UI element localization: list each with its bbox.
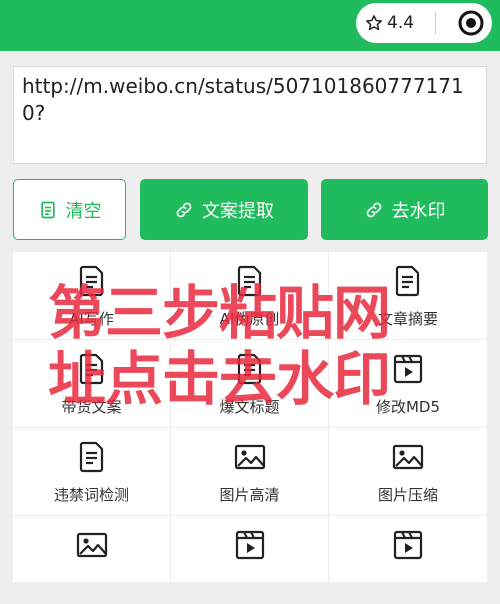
clear-button-label: 清空 <box>65 200 102 222</box>
rating-badge[interactable]: 4.4 <box>356 13 425 33</box>
image-icon <box>75 528 109 562</box>
tool-item-label: 违禁词检测 <box>53 486 129 504</box>
capsule-divider <box>435 12 436 34</box>
tool-item[interactable] <box>329 516 487 604</box>
extract-text-button[interactable]: 文案提取 <box>140 179 308 240</box>
remove-watermark-button[interactable]: 去水印 <box>321 179 488 240</box>
video-icon <box>233 528 267 562</box>
top-bar: 4.4 <box>0 0 500 51</box>
watermark-button-label: 去水印 <box>391 200 446 222</box>
overlay-caption-line2: 址点击去水印 <box>48 345 391 413</box>
tool-item[interactable]: 图片压缩 <box>329 428 487 516</box>
tool-item[interactable]: 图片高清 <box>171 428 329 516</box>
document-icon <box>75 440 109 474</box>
url-input-value: http://m.weibo.cn/status/507101860777171… <box>22 74 464 125</box>
url-input[interactable]: http://m.weibo.cn/status/507101860777171… <box>13 66 487 164</box>
clear-button[interactable]: 清空 <box>13 179 126 240</box>
link-icon <box>366 202 381 217</box>
tool-item[interactable]: 违禁词检测 <box>13 428 171 516</box>
tool-item[interactable] <box>13 516 171 604</box>
extract-button-label: 文案提取 <box>202 200 274 222</box>
image-icon <box>391 440 425 474</box>
video-icon <box>391 528 425 562</box>
overlay-caption-line1: 第三步粘贴网 <box>48 279 391 347</box>
clipboard-icon <box>40 201 55 218</box>
rating-value: 4.4 <box>387 13 415 33</box>
tool-item-label: 图片高清 <box>219 486 280 504</box>
target-icon <box>458 10 484 36</box>
close-target-button[interactable] <box>458 10 484 36</box>
tool-item[interactable] <box>171 516 329 604</box>
star-icon <box>366 15 382 31</box>
link-icon <box>176 202 192 217</box>
tool-item-label: 图片压缩 <box>377 486 438 504</box>
mini-program-capsule: 4.4 <box>356 3 492 43</box>
image-icon <box>233 440 267 474</box>
